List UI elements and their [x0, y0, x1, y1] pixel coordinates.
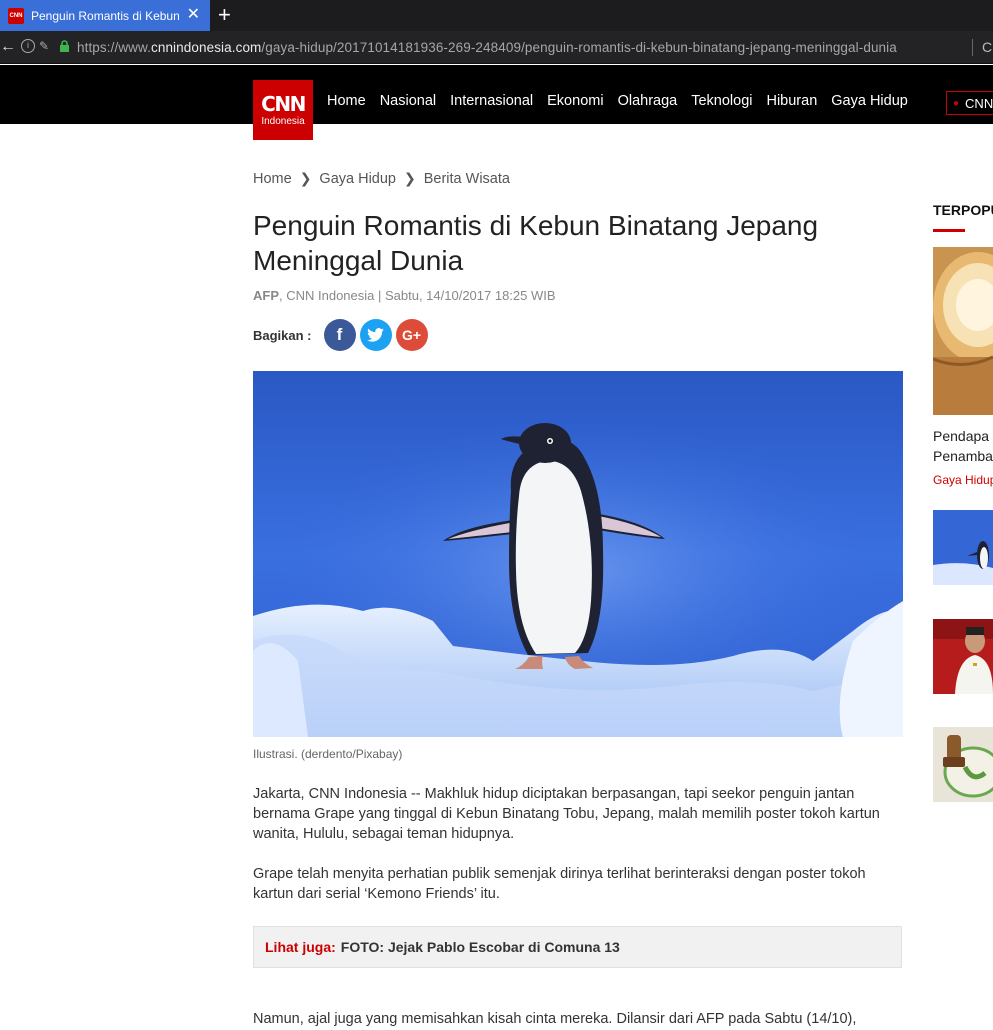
site-header: CNN Indonesia Home Nasional Internasiona…: [0, 65, 993, 140]
nav-olahraga[interactable]: Olahraga: [618, 93, 678, 109]
article-date: , CNN Indonesia | Sabtu, 14/10/2017 18:2…: [279, 288, 556, 303]
sidebar-headline-line2: Penamba: [933, 448, 993, 464]
breadcrumb-berita-wisata[interactable]: Berita Wisata: [424, 171, 510, 187]
sidebar-headline[interactable]: Pendapa Penamba: [933, 426, 993, 466]
share-bar: Bagikan : f G+: [253, 319, 432, 351]
dimsum-steamer-image: [933, 247, 993, 415]
sidebar-title-underline: [933, 229, 965, 232]
browser-address-bar: ← i ✎ https://www.cnnindonesia.com/gaya-…: [0, 31, 993, 64]
main-nav: Home Nasional Internasional Ekonomi Olah…: [327, 93, 922, 109]
sidebar-thumbnail[interactable]: [933, 727, 993, 802]
reload-icon[interactable]: C: [982, 39, 992, 55]
url-host: cnnindonesia.com: [150, 40, 262, 55]
sidebar-thumbnail[interactable]: [933, 510, 993, 585]
twitter-share-button[interactable]: [359, 319, 392, 351]
halal-stamp-thumbnail-image: [933, 727, 993, 802]
nav-home[interactable]: Home: [327, 93, 366, 109]
logo-sub: Indonesia: [261, 115, 305, 127]
tab-title: Penguin Romantis di Kebun: [31, 8, 180, 23]
twitter-icon: [367, 328, 384, 342]
related-link-box[interactable]: Lihat juga: FOTO: Jejak Pablo Escobar di…: [253, 926, 902, 968]
sidebar-thumbnail[interactable]: [933, 619, 993, 694]
google-plus-icon: G+: [401, 327, 422, 343]
info-icon[interactable]: i: [21, 39, 35, 53]
lock-icon: [60, 40, 69, 52]
related-label: Lihat juga:: [265, 939, 336, 955]
live-dot-icon: ●: [953, 97, 960, 109]
breadcrumb-gaya-hidup[interactable]: Gaya Hidup: [319, 171, 396, 187]
nav-hiburan[interactable]: Hiburan: [766, 93, 817, 109]
sidebar-title: TERPOPULER: [933, 202, 993, 218]
browser-tab-bar: CNN Penguin Romantis di Kebun ✕ +: [0, 0, 993, 31]
nav-internasional[interactable]: Internasional: [450, 93, 533, 109]
sidebar-headline-line1: Pendapa: [933, 428, 990, 444]
chevron-right-icon: ❯: [404, 170, 416, 186]
nav-gaya-hidup[interactable]: Gaya Hidup: [831, 93, 908, 109]
nav-nasional[interactable]: Nasional: [380, 93, 436, 109]
article-paragraph: Namun, ajal juga yang memisahkan kisah c…: [253, 1011, 857, 1027]
article-paragraph: Jakarta, CNN Indonesia -- Makhluk hidup …: [253, 786, 880, 842]
permissions-icon[interactable]: ✎: [39, 39, 53, 53]
url-prefix: https://www.: [77, 40, 151, 55]
sidebar-featured-image[interactable]: [933, 247, 993, 415]
related-link[interactable]: FOTO: Jejak Pablo Escobar di Comuna 13: [341, 939, 620, 955]
article-paragraph: Grape telah menyita perhatian publik sem…: [253, 866, 866, 902]
article-hero-image: [253, 371, 903, 737]
cnn-indonesia-logo[interactable]: CNN Indonesia: [253, 80, 313, 140]
article-source: AFP: [253, 288, 279, 303]
breadcrumb-home[interactable]: Home: [253, 171, 292, 187]
toolbar-divider: [972, 39, 973, 56]
breadcrumb: Home ❯ Gaya Hidup ❯ Berita Wisata: [253, 170, 510, 187]
url-path: /gaya-hidup/20171014181936-269-248409/pe…: [261, 40, 897, 55]
nav-teknologi[interactable]: Teknologi: [691, 93, 752, 109]
close-tab-icon[interactable]: ✕: [187, 6, 200, 24]
cnn-tv-button[interactable]: ● CNN: [946, 91, 993, 115]
google-plus-share-button[interactable]: G+: [395, 319, 428, 351]
live-label: CNN: [965, 95, 993, 111]
cnn-favicon-icon: CNN: [8, 7, 24, 24]
new-tab-plus-icon[interactable]: +: [218, 2, 231, 28]
url-field[interactable]: https://www.cnnindonesia.com/gaya-hidup/…: [77, 40, 897, 55]
image-caption: Ilustrasi. (derdento/Pixabay): [253, 747, 403, 761]
article-title: Penguin Romantis di Kebun Binatang Jepan…: [253, 210, 819, 276]
chevron-right-icon: ❯: [299, 170, 312, 186]
logo-main: CNN: [261, 91, 306, 116]
browser-tab[interactable]: CNN Penguin Romantis di Kebun ✕: [0, 0, 210, 31]
penguin-thumbnail-image: [933, 510, 993, 585]
facebook-icon: f: [336, 325, 343, 344]
penguin-on-ice-illustration: [253, 371, 903, 737]
official-portrait-thumbnail-image: [933, 619, 993, 694]
sidebar-category[interactable]: Gaya Hidup: [933, 473, 993, 487]
back-arrow-icon[interactable]: ←: [0, 38, 16, 56]
article-meta: AFP, CNN Indonesia | Sabtu, 14/10/2017 1…: [253, 288, 556, 303]
share-label: Bagikan :: [253, 327, 312, 343]
facebook-share-button[interactable]: f: [323, 319, 356, 351]
nav-ekonomi[interactable]: Ekonomi: [547, 93, 603, 109]
